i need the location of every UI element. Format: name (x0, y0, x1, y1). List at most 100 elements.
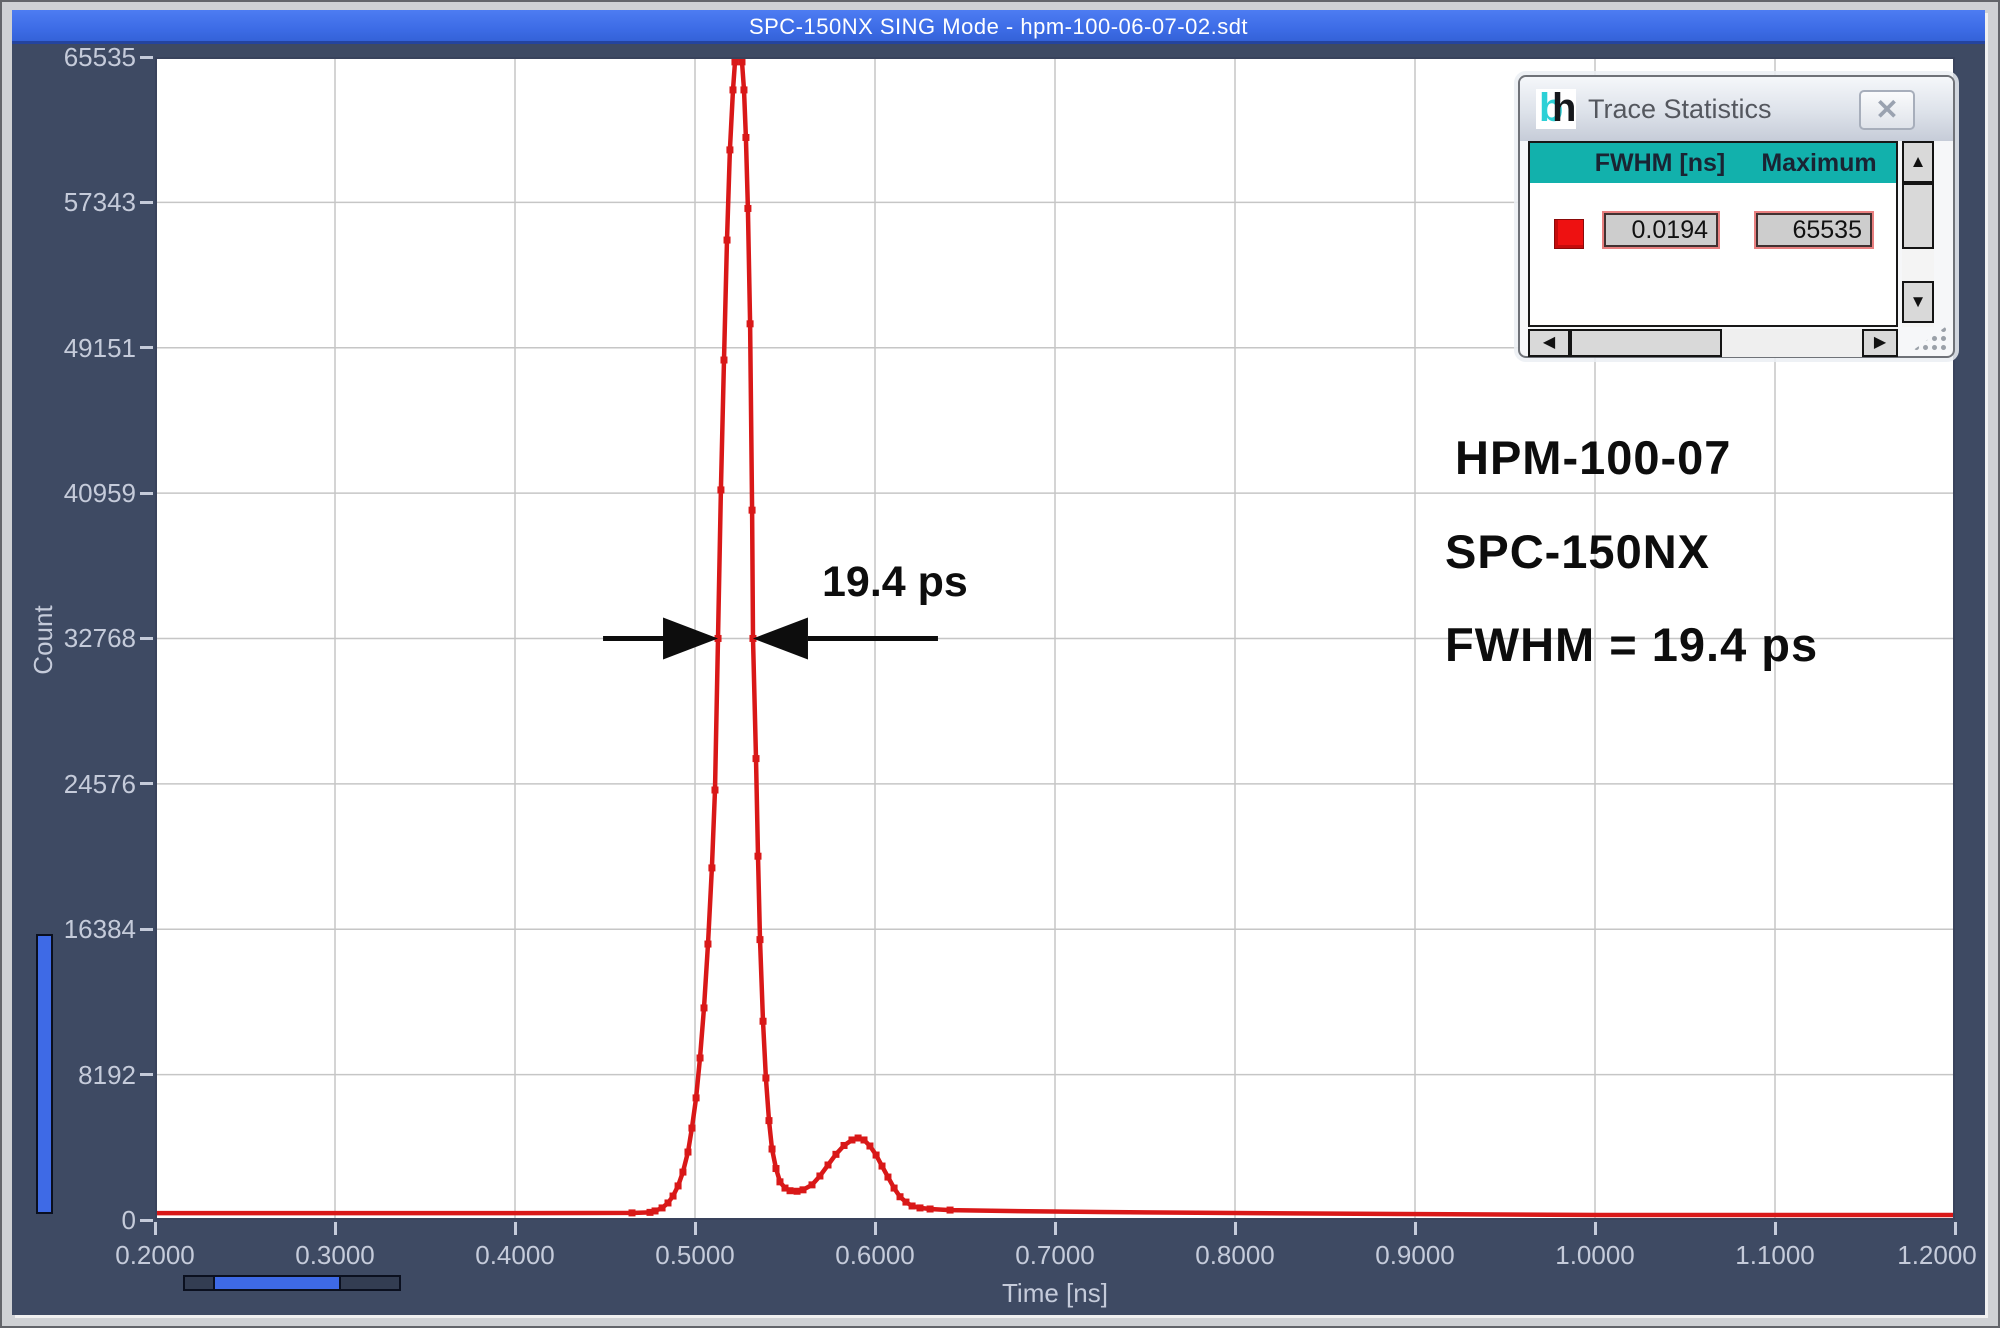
y-tick-label: 24576 (63, 768, 136, 799)
y-tick-label: 65535 (63, 42, 136, 72)
trace-point (884, 1173, 892, 1181)
y-tick-mark (140, 782, 153, 786)
x-tick-mark (873, 1222, 877, 1235)
trace-point (890, 1184, 898, 1192)
y-tick-mark (140, 927, 153, 931)
trace-point (765, 1117, 773, 1125)
trace-point (816, 1172, 824, 1180)
trace-point (688, 1124, 696, 1132)
x-tick-mark (1413, 1222, 1417, 1235)
trace-point (628, 1209, 636, 1217)
x-tick-mark (1773, 1222, 1777, 1235)
resize-grip[interactable] (1912, 325, 1948, 351)
x-tick-mark (1593, 1222, 1597, 1235)
scroll-up-icon[interactable]: ▲ (1902, 141, 1934, 183)
window-titlebar[interactable]: SPC-150NX SING Mode - hpm-100-06-07-02.s… (12, 10, 1985, 44)
trace-point (723, 236, 731, 244)
x-axis-title: Time [ns] (1002, 1278, 1108, 1308)
trace-point (664, 1199, 672, 1207)
x-tick-label: 0.8000 (1195, 1240, 1275, 1270)
x-tick-mark (1053, 1222, 1057, 1235)
y-tick-mark (140, 636, 153, 640)
time-scale-scrollbar[interactable] (183, 1275, 401, 1291)
trace-point (684, 1148, 692, 1156)
trace-point (908, 1202, 916, 1210)
y-tick-mark (140, 346, 153, 350)
y-tick-label: 40959 (63, 478, 136, 509)
trace-point (651, 1207, 659, 1215)
trace-statistics-title: Trace Statistics (1588, 93, 1772, 124)
maximum-value-field: 65535 (1754, 211, 1874, 249)
y-tick-label: 0 (121, 1205, 136, 1235)
trace-statistics-header-row: FWHM [ns] Maximum (1530, 143, 1896, 183)
fwhm-value-field: 0.0194 (1602, 211, 1720, 249)
trace-point (808, 1181, 816, 1189)
trace-point (704, 940, 712, 948)
trace-point (692, 1094, 700, 1102)
trace-point (708, 864, 716, 872)
trace-point (926, 1205, 934, 1213)
stats-horizontal-scrollbar[interactable]: ◀ ▶ (1528, 329, 1898, 357)
trace-point (872, 1151, 880, 1159)
stats-vertical-scrollbar-thumb[interactable] (1902, 183, 1934, 249)
trace-point (752, 755, 760, 763)
trace-statistics-list: FWHM [ns] Maximum 0.0194 65535 (1528, 141, 1898, 327)
time-scale-scrollbar-thumb[interactable] (213, 1277, 341, 1289)
y-tick-label: 49151 (63, 332, 136, 363)
bh-logo-icon: b h (1536, 86, 1576, 130)
column-header-fwhm: FWHM [ns] (1594, 149, 1726, 177)
y-tick-mark (140, 1218, 153, 1222)
trace-point (824, 1161, 832, 1169)
trace-point (759, 1017, 767, 1025)
scroll-down-icon[interactable]: ▼ (1902, 281, 1934, 323)
stats-horizontal-scrollbar-thumb[interactable] (1570, 329, 1722, 357)
trace-color-swatch (1554, 219, 1584, 249)
scroll-left-icon[interactable]: ◀ (1528, 329, 1570, 357)
y-tick-label: 16384 (63, 914, 136, 945)
trace-point (840, 1141, 848, 1149)
trace-statistics-window[interactable]: b h Trace Statistics ✕ FWHM [ns] Maximum… (1518, 75, 1955, 358)
scroll-right-icon[interactable]: ▶ (1862, 329, 1898, 357)
y-tick-mark (140, 1073, 153, 1077)
trace-point (756, 936, 764, 944)
x-tick-label: 0.9000 (1375, 1240, 1455, 1270)
trace-point (832, 1150, 840, 1158)
x-tick-mark (333, 1222, 337, 1235)
trace-point (729, 86, 737, 94)
stats-vertical-scrollbar[interactable]: ▲ ▼ (1902, 141, 1934, 327)
y-tick-label: 8192 (78, 1059, 136, 1090)
y-tick-label: 32768 (63, 623, 136, 654)
y-axis-title: Count (28, 605, 58, 675)
trace-point (848, 1136, 856, 1144)
trace-point (786, 1187, 794, 1195)
close-icon[interactable]: ✕ (1859, 90, 1915, 130)
trace-statistics-titlebar[interactable]: b h Trace Statistics ✕ (1520, 77, 1953, 141)
trace-point (717, 486, 725, 494)
x-tick-mark (513, 1222, 517, 1235)
trace-point (866, 1142, 874, 1150)
trace-point (744, 204, 752, 212)
trace-point (746, 320, 754, 328)
trace-point (674, 1182, 682, 1190)
x-tick-mark (1233, 1222, 1237, 1235)
x-tick-label: 0.5000 (655, 1240, 735, 1270)
trace-point (700, 1004, 708, 1012)
trace-point (740, 86, 748, 94)
trace-point (720, 356, 728, 364)
x-tick-label: 0.7000 (1015, 1240, 1095, 1270)
app-screen: SPC-150NX SING Mode - hpm-100-06-07-02.s… (0, 0, 2000, 1328)
trace-point (946, 1206, 954, 1214)
trace-point (878, 1162, 886, 1170)
x-tick-label: 1.0000 (1555, 1240, 1635, 1270)
x-tick-mark (153, 1222, 157, 1235)
trace-point (916, 1204, 924, 1212)
trace-point (669, 1192, 677, 1200)
y-range-cursor[interactable] (36, 934, 53, 1214)
trace-point (768, 1145, 776, 1153)
fwhm-annotation-label: 19.4 ps (822, 558, 968, 606)
column-header-maximum: Maximum (1761, 149, 1877, 177)
x-tick-label: 0.2000 (115, 1240, 195, 1270)
x-tick-label: 0.3000 (295, 1240, 375, 1270)
y-tick-mark (140, 200, 153, 204)
x-tick-label: 1.1000 (1735, 1240, 1815, 1270)
